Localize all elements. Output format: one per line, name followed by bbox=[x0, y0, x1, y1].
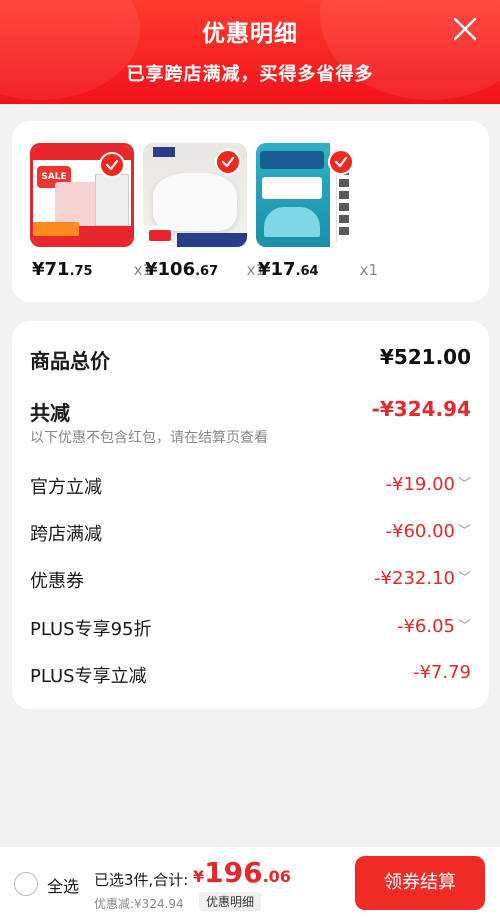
discount-label: PLUS专享立减 bbox=[30, 666, 147, 687]
product-image bbox=[256, 143, 360, 247]
page-subtitle: 已享跨店满减，买得多省得多 bbox=[126, 64, 374, 85]
discount-note: 以下优惠不包含红包，请在结算页查看 bbox=[30, 430, 268, 446]
chevron-down-icon: ﹀ bbox=[457, 524, 471, 539]
header: 优惠明细 已享跨店满减，买得多省得多 bbox=[0, 0, 500, 104]
page-title: 优惠明细 bbox=[202, 21, 298, 47]
product-image bbox=[143, 143, 247, 247]
product-item[interactable]: ¥17.64 x1 bbox=[256, 143, 378, 280]
product-image: SALE bbox=[30, 143, 134, 247]
discount-value: -¥60.00 ﹀ bbox=[385, 521, 472, 542]
product-price: ¥17.64 bbox=[258, 259, 319, 280]
discount-value: -¥6.05 ﹀ bbox=[396, 616, 471, 637]
product-price: ¥71.75 bbox=[32, 259, 93, 280]
total-price-value: ¥521.00 bbox=[379, 345, 471, 369]
select-all-radio[interactable] bbox=[14, 872, 38, 896]
discount-value: -¥7.79 bbox=[412, 662, 471, 683]
product-item[interactable]: SALE ¥71.75 x1 bbox=[30, 143, 152, 280]
close-icon[interactable] bbox=[452, 16, 478, 42]
discount-summary: 商品总价 ¥521.00 共减 -¥324.94 以下优惠不包含红包，请在结算页… bbox=[12, 321, 489, 709]
chevron-down-icon: ﹀ bbox=[457, 571, 471, 586]
check-icon bbox=[215, 149, 241, 175]
product-quantity: x1 bbox=[359, 261, 378, 279]
discount-detail-button[interactable]: 优惠明细 bbox=[199, 892, 262, 911]
chevron-down-icon: ﹀ bbox=[457, 477, 471, 492]
product-price: ¥106.67 bbox=[145, 259, 219, 280]
select-all-label[interactable]: 全选 bbox=[47, 873, 79, 897]
selected-info: 已选3件,合计: bbox=[94, 871, 189, 889]
checkout-bar: 全选 已选3件,合计: ¥196.06 优惠减:¥324.94 优惠明细 领券结… bbox=[0, 846, 500, 919]
discount-label: 优惠券 bbox=[30, 571, 84, 592]
discount-value: -¥19.00 ﹀ bbox=[385, 474, 472, 495]
check-icon bbox=[328, 149, 354, 175]
product-list: SALE ¥71.75 x1 ¥106.67 x1 ¥17.64 x1 bbox=[12, 121, 489, 302]
total-reduce-value: -¥324.94 bbox=[371, 397, 471, 421]
total-reduce-label: 共减 bbox=[30, 401, 70, 425]
checkout-button[interactable]: 领券结算 bbox=[355, 856, 485, 910]
discount-amount: 优惠减:¥324.94 bbox=[94, 897, 184, 911]
discount-label: 官方立减 bbox=[30, 477, 102, 498]
discount-label: PLUS专享95折 bbox=[30, 619, 152, 640]
discount-value: -¥232.10 ﹀ bbox=[374, 568, 471, 589]
total-price-label: 商品总价 bbox=[30, 349, 110, 373]
product-item[interactable]: ¥106.67 x1 bbox=[143, 143, 265, 280]
total-payable: ¥196.06 bbox=[193, 856, 291, 889]
chevron-down-icon: ﹀ bbox=[457, 619, 471, 634]
check-icon bbox=[99, 152, 125, 178]
discount-label: 跨店满减 bbox=[30, 524, 102, 545]
